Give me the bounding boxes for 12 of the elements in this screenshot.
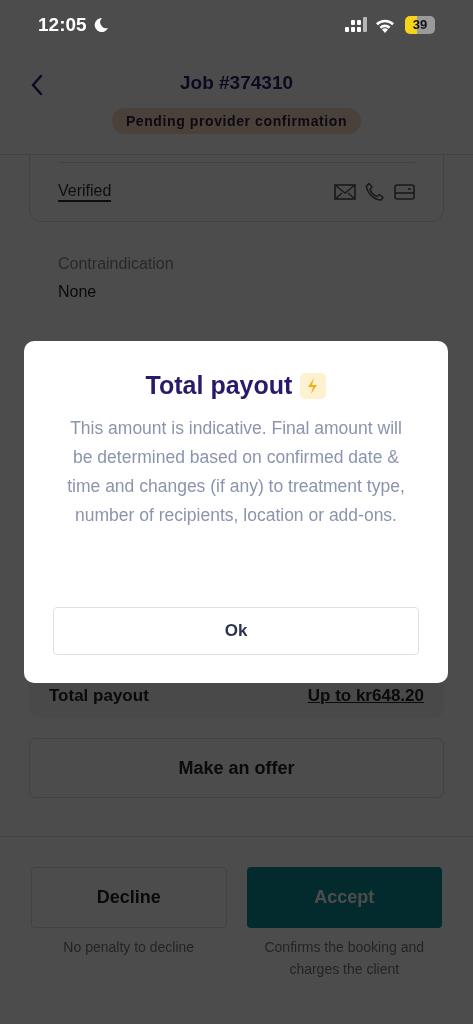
- lightning-icon: [300, 372, 327, 399]
- ok-button[interactable]: Ok: [53, 607, 419, 655]
- dialog-title: Total payout: [145, 371, 293, 400]
- payout-amount-link[interactable]: Up to kr648.20: [307, 686, 424, 706]
- moon-icon: [92, 17, 109, 33]
- field-value: None: [58, 283, 98, 301]
- page-title: Job #374310: [180, 72, 293, 94]
- payout-label: Total payout: [49, 686, 149, 706]
- dialog-message: This amount is indicative. Final amount will be determined based on confirmed date & time and changes (if any) to treatment type, number of recipients, location or add-ons.: [66, 417, 406, 527]
- wifi-icon: [375, 17, 395, 33]
- signal-icon: [345, 17, 369, 33]
- status-time: 12:05: [38, 14, 87, 36]
